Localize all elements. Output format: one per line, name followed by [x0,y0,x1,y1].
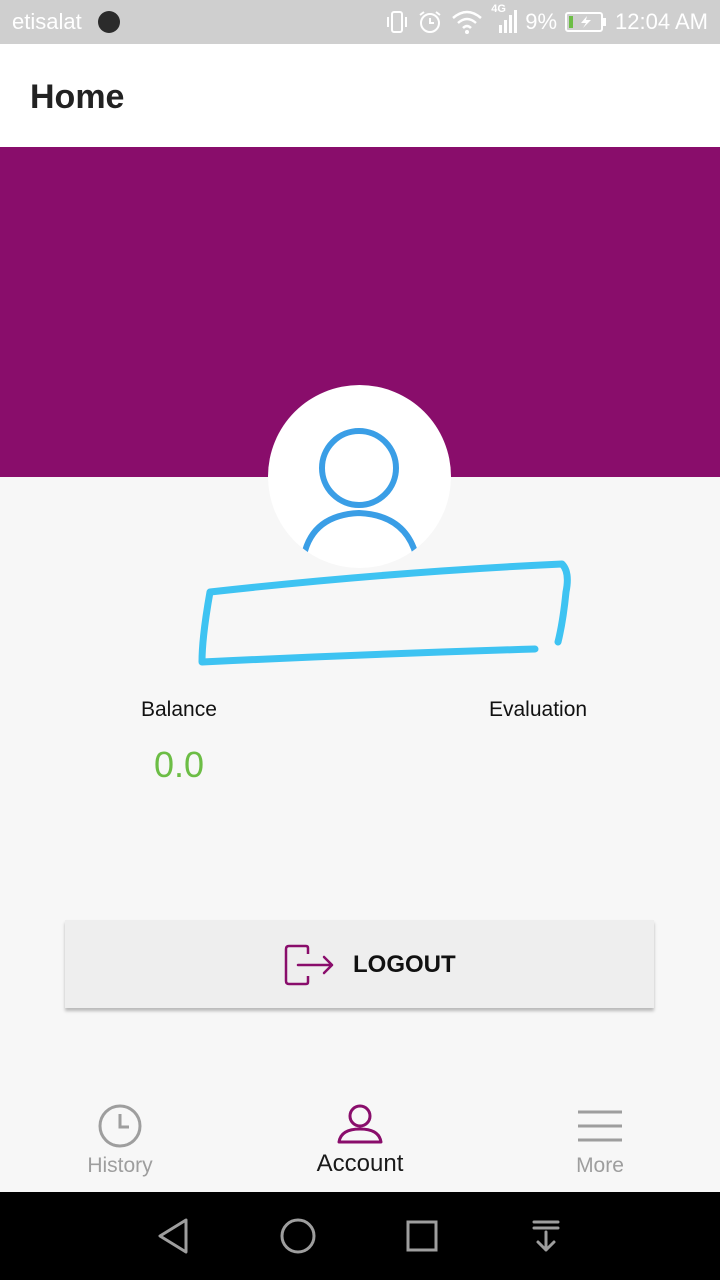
clock-icon [98,1104,142,1148]
status-bar: etisalat 4G 9% 12:04 AM [0,0,720,44]
evaluation-label: Evaluation [489,698,588,721]
tab-more-label: More [576,1154,624,1177]
back-button[interactable] [148,1210,200,1262]
vibrate-icon [387,11,408,33]
carrier-name: etisalat [12,9,82,34]
battery-percent: 9% [525,9,558,34]
tab-history-label: History [87,1154,153,1177]
recents-button[interactable] [396,1210,448,1262]
notification-pull-icon [532,1220,560,1252]
avatar [268,385,451,568]
tab-more[interactable]: More [480,1090,720,1192]
status-icons: 4G 9% 12:04 AM [385,3,708,35]
carrier-logo-icon [98,11,120,33]
balance-value: 0.0 [154,744,205,785]
app-bar: Home [0,44,720,148]
tab-account-label: Account [316,1150,404,1177]
page-title: Home [30,78,125,116]
battery-charging-icon [565,12,607,32]
signal-icon: 4G [491,3,518,35]
alarm-icon [419,11,441,33]
tab-history[interactable]: History [0,1090,240,1192]
tab-account[interactable]: Account [240,1090,480,1192]
redacted-username [198,560,571,666]
notification-pull-button[interactable] [520,1210,572,1262]
person-icon [301,428,419,556]
bottom-tab-bar: History Account More [0,1090,720,1192]
person-icon [337,1104,383,1144]
system-navigation-bar [0,1192,720,1280]
recents-icon [406,1220,438,1252]
menu-icon [578,1110,622,1142]
balance-label: Balance [141,698,217,721]
back-icon [158,1218,188,1254]
home-icon [280,1218,316,1254]
wifi-icon [452,10,483,34]
logout-icon [284,944,334,986]
logout-label: LOGOUT [353,951,456,978]
clock-time: 12:04 AM [615,9,708,34]
home-button[interactable] [272,1210,324,1262]
